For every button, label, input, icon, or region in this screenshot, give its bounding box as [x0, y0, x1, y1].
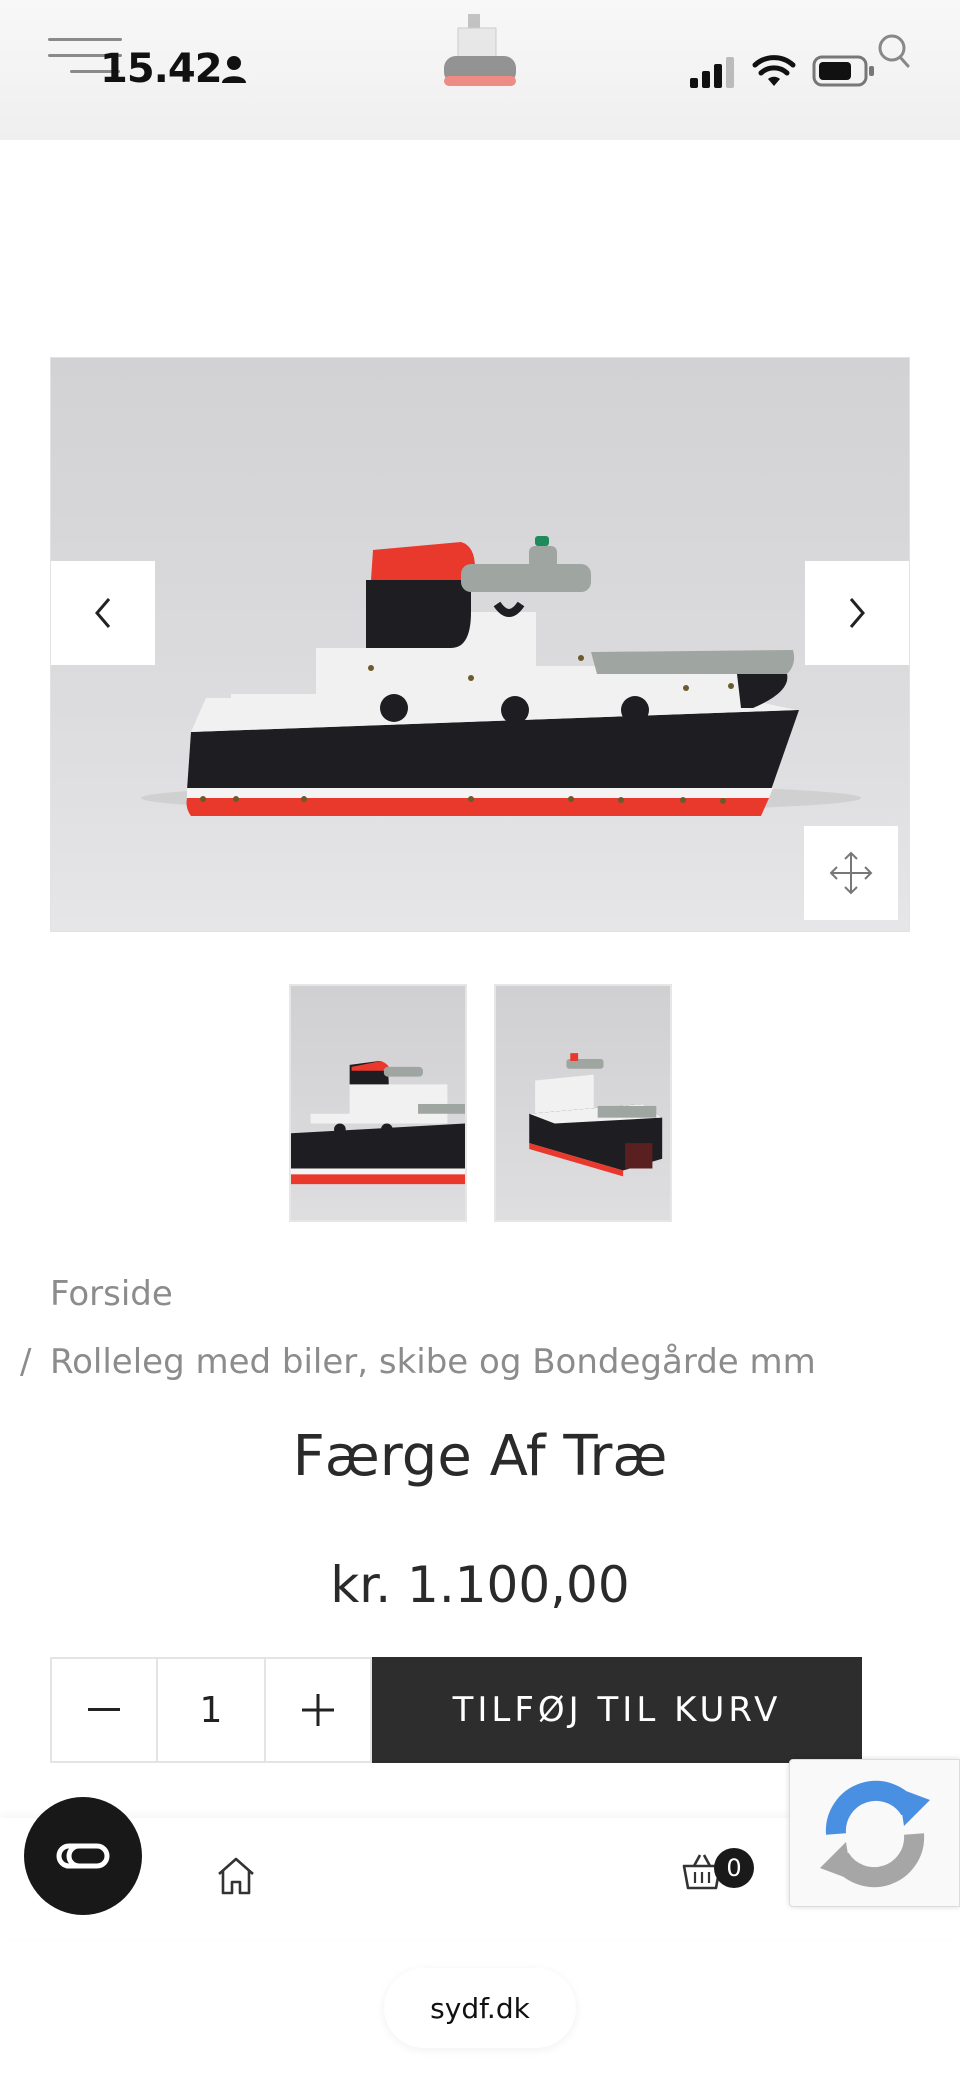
recaptcha-badge[interactable] [789, 1759, 960, 1907]
quantity-decrease-button[interactable] [52, 1659, 156, 1761]
image-prev-button[interactable] [51, 561, 155, 665]
wifi-icon [752, 55, 796, 86]
browser-url-bar[interactable]: sydf.dk [384, 1968, 576, 2048]
chevron-right-icon [849, 598, 865, 628]
product-title: Færge Af Træ [292, 1424, 668, 1489]
product-price: kr. 1.100,00 [330, 1556, 630, 1614]
co-chat-button[interactable] [24, 1797, 142, 1915]
add-to-cart-button[interactable]: TILFØJ TIL KURV [372, 1657, 862, 1763]
minus-icon [88, 1708, 120, 1711]
product-thumbnail[interactable] [494, 984, 672, 1222]
thumbnail-side-view [291, 1060, 465, 1185]
co-chat-icon [56, 1843, 110, 1869]
product-thumbnail[interactable] [289, 984, 467, 1222]
ferry-logo[interactable] [438, 10, 522, 100]
move-arrows-icon [829, 851, 873, 895]
product-main-image[interactable] [50, 357, 910, 932]
person-icon [222, 56, 246, 83]
battery-icon [812, 55, 874, 87]
signal-icon [690, 57, 734, 88]
chevron-left-icon [95, 598, 111, 628]
quantity-stepper: 1 [50, 1657, 372, 1763]
quantity-input[interactable]: 1 [156, 1659, 266, 1761]
image-next-button[interactable] [805, 561, 909, 665]
recaptcha-icon [820, 1780, 930, 1888]
home-icon[interactable] [214, 1854, 258, 1898]
top-header: 15.42 [0, 0, 960, 140]
quantity-increase-button[interactable] [266, 1659, 370, 1761]
breadcrumb-home-link[interactable]: Forside [50, 1274, 173, 1314]
breadcrumb-separator: / [20, 1342, 32, 1382]
image-zoom-button[interactable] [804, 826, 898, 920]
search-icon[interactable] [868, 32, 910, 74]
ferry-photo [141, 536, 861, 816]
plus-icon [302, 1694, 334, 1726]
breadcrumb-category-link[interactable]: Rolleleg med biler, skibe og Bondegårde … [50, 1342, 816, 1382]
cart-count-badge: 0 [714, 1848, 754, 1888]
status-time: 15.42 [100, 46, 223, 92]
thumbnail-rear-view [529, 1053, 663, 1177]
